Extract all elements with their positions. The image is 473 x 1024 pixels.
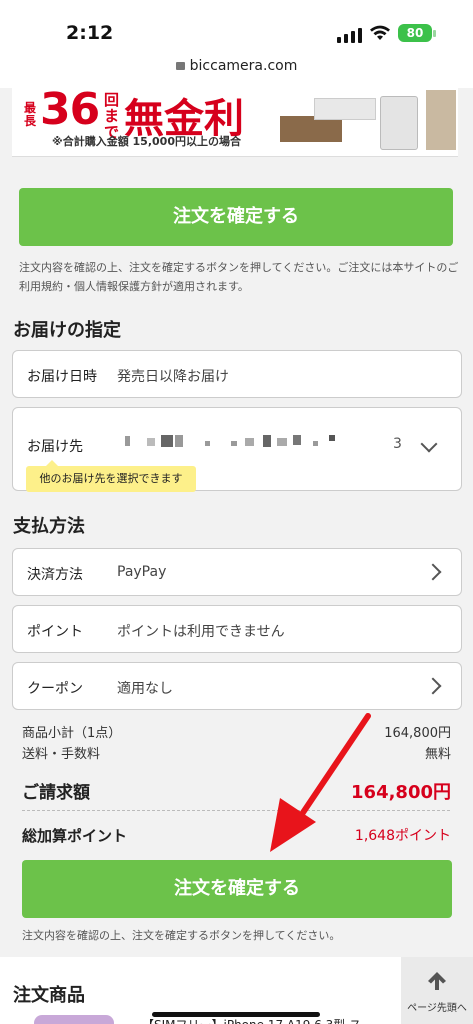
address-tooltip: 他のお届け先を選択できます (26, 460, 196, 492)
payment-method-value: PayPay (117, 564, 167, 580)
washer-image (380, 96, 418, 150)
address-mosaic (263, 435, 271, 447)
address-mosaic (245, 438, 254, 446)
shipping-label: 送料・手数料 (22, 747, 101, 762)
billing-label: ご請求額 (22, 783, 90, 803)
subtotal-label: 商品小計（1点） (22, 726, 122, 741)
address-mosaic (125, 436, 130, 446)
point-label: ポイント (27, 624, 83, 640)
shipping-value: 無料 (424, 747, 451, 762)
order-items-title: 注文商品 (13, 985, 85, 1006)
billing-value: 164,800円 (351, 782, 451, 803)
address-bar[interactable]: biccamera.com (0, 58, 473, 88)
status-bar: 2:12 80 (0, 0, 473, 58)
delivery-address-label: お届け先 (27, 439, 83, 455)
signal-icon (337, 28, 362, 43)
delivery-datetime-row[interactable]: お届け日時 発売日以降お届け (12, 350, 462, 398)
product-thumbnail[interactable] (34, 1015, 114, 1024)
chevron-down-icon[interactable] (420, 435, 438, 453)
address-mosaic (329, 435, 335, 441)
chevron-right-icon (424, 677, 442, 695)
coupon-label: クーポン (27, 681, 83, 697)
confirm-order-button-top[interactable]: 注文を確定する (19, 188, 453, 246)
coupon-row[interactable]: クーポン 適用なし (12, 662, 462, 710)
points-value: 1,648ポイント (354, 828, 451, 844)
subtotal-value: 164,800円 (384, 726, 451, 741)
fridge-image (426, 90, 456, 150)
arrow-up-icon (428, 972, 446, 990)
address-mosaic (147, 438, 155, 446)
status-time: 2:12 (66, 22, 114, 44)
coupon-value: 適用なし (117, 681, 173, 697)
battery-tip-icon (433, 30, 436, 37)
delivery-datetime-value: 発売日以降お届け (117, 369, 229, 385)
aircon-image (314, 98, 376, 120)
lock-icon (175, 62, 185, 70)
point-value: ポイントは利用できません (117, 624, 285, 640)
address-mosaic (293, 435, 301, 445)
payment-section-title: 支払方法 (13, 516, 85, 537)
payment-method-row[interactable]: 決済方法 PayPay (12, 548, 462, 596)
promo-banner[interactable]: 最長 36 回まで 無金利 ※合計購入金額 15,000円以上の場合 (12, 88, 458, 157)
payment-method-label: 決済方法 (27, 567, 83, 583)
summary-divider (22, 810, 450, 811)
address-mosaic (231, 441, 237, 446)
delivery-section-title: お届けの指定 (13, 320, 121, 341)
address-mosaic (175, 435, 183, 447)
address-mosaic (277, 438, 287, 446)
banner-condition: ※合計購入金額 15,000円以上の場合 (52, 135, 241, 148)
page-top-label: ページ先頭へ (407, 1003, 467, 1014)
delivery-datetime-label: お届け日時 (27, 369, 97, 385)
point-row[interactable]: ポイント ポイントは利用できません (12, 605, 462, 653)
page-top-button[interactable]: ページ先頭へ (401, 957, 473, 1024)
address-mosaic (161, 435, 173, 447)
address-mosaic (205, 441, 210, 446)
top-confirm-note: 注文内容を確認の上、注文を確定するボタンを押してください。ご注文には本サイトのご… (19, 261, 459, 293)
address-mosaic (313, 441, 318, 446)
home-indicator (152, 1012, 320, 1017)
banner-number: 36 (40, 88, 100, 135)
confirm-order-button-bottom[interactable]: 注文を確定する (22, 860, 452, 918)
delivery-address-suffix: 3 (393, 436, 402, 452)
url-domain: biccamera.com (189, 58, 298, 74)
bottom-confirm-note: 注文内容を確認の上、注文を確定するボタンを押してください。 (22, 929, 341, 942)
chevron-right-icon (424, 563, 442, 581)
points-label: 総加算ポイント (22, 827, 128, 845)
wifi-icon (370, 25, 390, 40)
battery-icon: 80 (398, 24, 432, 42)
banner-saichou: 最長 (24, 101, 37, 128)
